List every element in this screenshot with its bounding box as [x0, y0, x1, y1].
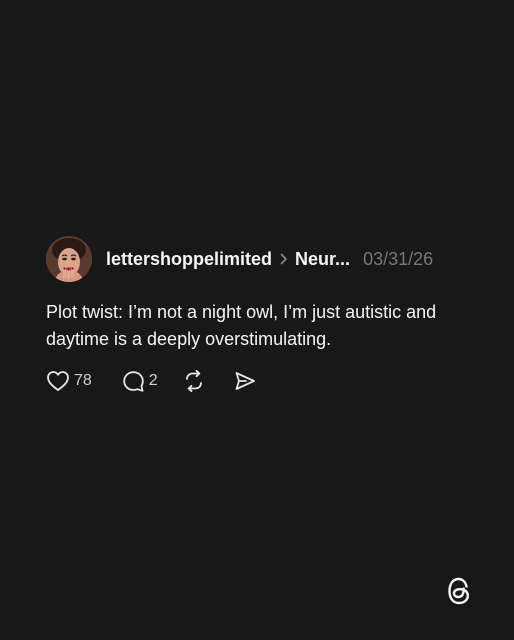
post-text: Plot twist: I’m not a night owl, I’m jus… [46, 302, 437, 349]
post: lettershoppelimited Neur... 03/31/26 Plo… [46, 236, 486, 393]
like-count: 78 [74, 372, 92, 389]
post-actions: 78 2 [46, 369, 256, 393]
heart-icon [46, 370, 70, 392]
post-date: 03/31/26 [363, 249, 434, 269]
post-meta: lettershoppelimited Neur... 03/31/26 [106, 248, 433, 270]
comment-icon [122, 370, 145, 393]
repost-button[interactable] [182, 369, 206, 393]
community-link[interactable]: Neur... [295, 248, 350, 270]
share-icon [234, 370, 256, 392]
threads-logo-icon [444, 574, 474, 608]
reply-button[interactable]: 2 [122, 370, 158, 393]
username-link[interactable]: lettershoppelimited [106, 248, 272, 270]
reply-count: 2 [148, 372, 158, 389]
share-button[interactable] [234, 370, 256, 392]
like-button[interactable]: 78 [46, 370, 92, 392]
post-header: lettershoppelimited Neur... 03/31/26 [46, 236, 486, 282]
avatar[interactable] [46, 236, 92, 282]
repost-icon [182, 369, 206, 393]
chevron-right-icon [280, 253, 288, 265]
